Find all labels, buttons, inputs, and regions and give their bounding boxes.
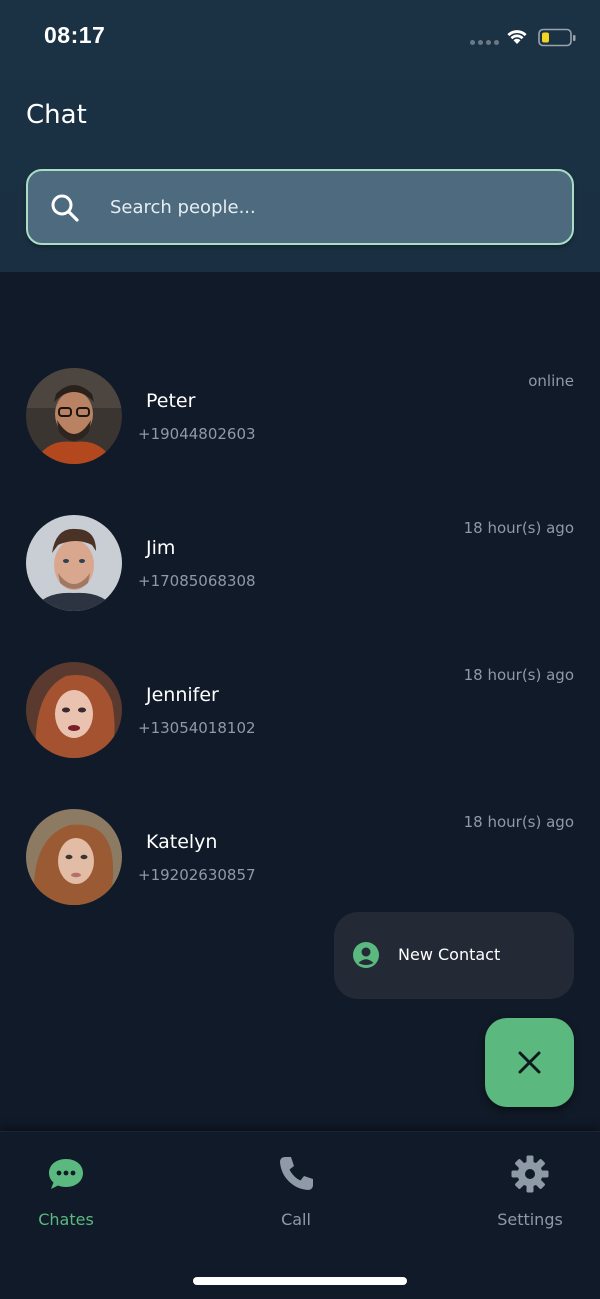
search-icon: [51, 194, 79, 222]
contact-phone: +13054018102: [138, 719, 256, 737]
status-bar: 08:17: [0, 0, 600, 70]
nav-item-chats[interactable]: Chates: [6, 1152, 126, 1232]
avatar: [26, 662, 122, 758]
new-contact-label: New Contact: [398, 945, 501, 964]
bottom-navigation: Chates Call Settings: [0, 1131, 600, 1299]
chat-list-item[interactable]: Peter +19044802603 online: [0, 368, 600, 468]
nav-label-call: Call: [281, 1210, 311, 1229]
home-indicator: [193, 1277, 407, 1285]
person-icon: [353, 942, 379, 968]
contact-name: Katelyn: [146, 831, 218, 853]
last-seen-status: 18 hour(s) ago: [463, 813, 574, 831]
new-contact-button[interactable]: New Contact: [334, 912, 574, 999]
avatar: [26, 809, 122, 905]
chat-list-item[interactable]: Jennifer +13054018102 18 hour(s) ago: [0, 662, 600, 762]
chat-list-item[interactable]: Katelyn +19202630857 18 hour(s) ago: [0, 809, 600, 909]
contact-phone: +19202630857: [138, 866, 256, 884]
nav-item-call[interactable]: Call: [236, 1152, 356, 1232]
nav-label-settings: Settings: [497, 1210, 563, 1229]
avatar: [26, 515, 122, 611]
phone-icon: [280, 1157, 313, 1190]
status-time: 08:17: [44, 22, 106, 48]
last-seen-status: 18 hour(s) ago: [463, 666, 574, 684]
header: 08:17 Chat: [0, 0, 600, 272]
contact-phone: +17085068308: [138, 572, 256, 590]
chat-bubble-icon: [49, 1159, 83, 1189]
chat-list-item[interactable]: Jim +17085068308 18 hour(s) ago: [0, 515, 600, 615]
last-seen-status: online: [528, 372, 574, 390]
gear-icon: [511, 1155, 549, 1193]
close-fab-button[interactable]: [485, 1018, 574, 1107]
contact-phone: +19044802603: [138, 425, 256, 443]
cellular-signal-icon: [470, 40, 499, 45]
battery-icon: [538, 28, 576, 47]
contact-name: Jim: [146, 537, 176, 559]
search-input[interactable]: [110, 187, 550, 227]
last-seen-status: 18 hour(s) ago: [463, 519, 574, 537]
search-bar[interactable]: [26, 169, 574, 245]
nav-item-settings[interactable]: Settings: [470, 1152, 590, 1232]
close-icon: [518, 1051, 541, 1074]
contact-name: Jennifer: [146, 684, 219, 706]
page-title: Chat: [26, 100, 87, 130]
nav-label-chats: Chates: [38, 1210, 94, 1229]
wifi-icon: [507, 30, 527, 44]
contact-name: Peter: [146, 390, 196, 412]
avatar: [26, 368, 122, 464]
